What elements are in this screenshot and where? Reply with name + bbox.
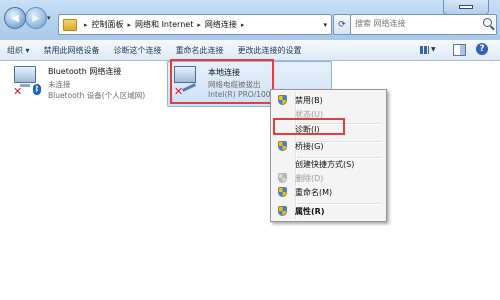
menu-item-rename[interactable]: 重命名(M) [273,185,384,200]
change-view-button[interactable]: ▼ [420,43,440,56]
disconnected-x-icon: ✕ [13,85,23,98]
breadcrumb-separator-icon[interactable]: ▸ [128,21,132,29]
diagnose-highlight-frame [273,118,345,135]
rename-connection-button[interactable]: 重命名此连接 [169,45,231,56]
minimize-icon [459,5,473,9]
title-bar: ◀ ▶ ▾ ▸ 控制面板 ▸ 网络和 Internet ▸ 网络连接 ▸ ▾ ⟳ [0,0,500,40]
menu-item-label: 属性(R) [295,207,325,216]
connection-name: Bluetooth 网络连接 [48,67,122,76]
preview-pane-button[interactable] [453,44,466,56]
recent-pages-dropdown[interactable]: ▾ [47,14,55,22]
menu-item-delete: 删除(D) [273,171,384,186]
diagnose-connection-button[interactable]: 诊断这个连接 [107,45,169,56]
menu-item-label: 桥接(G) [295,142,324,151]
menu-item-label: 创建快捷方式(S) [295,160,355,169]
breadcrumb-control-panel[interactable]: 控制面板 [92,19,124,30]
refresh-button[interactable]: ⟳ [333,14,351,35]
help-icon[interactable]: ? [476,43,488,55]
connection-status: 未连接 [48,80,71,89]
search-box[interactable] [350,14,497,35]
menu-item-bridge[interactable]: 桥接(G) [273,139,384,154]
uac-shield-icon [278,206,287,216]
menu-item-label: 重命名(M) [295,188,333,197]
control-panel-icon [63,18,77,31]
search-input[interactable] [351,15,477,32]
forward-button[interactable]: ▶ [25,7,47,29]
disable-device-button[interactable]: 禁用此网络设备 [37,45,107,56]
command-bar: 组织 ▾ 禁用此网络设备 诊断这个连接 重命名此连接 更改此连接的设置 ▼ ? [0,40,500,61]
context-menu: 禁用(B) 状态(U) 诊断(I) 桥接(G) 创建快捷方式(S) 删除(D) … [270,89,387,222]
back-arrow-icon: ◀ [11,12,19,24]
address-bar[interactable]: ▸ 控制面板 ▸ 网络和 Internet ▸ 网络连接 ▸ ▾ [58,14,332,35]
uac-shield-icon [278,141,287,151]
bluetooth-connection-item[interactable]: ✕ ᛒ Bluetooth 网络连接 未连接 Bluetooth 设备(个人区域… [8,64,158,104]
refresh-icon: ⟳ [338,19,346,30]
menu-item-label: 删除(D) [295,174,324,183]
view-grid-icon [420,45,429,54]
uac-shield-icon [278,95,287,105]
breadcrumb-network-internet[interactable]: 网络和 Internet [135,19,193,30]
network-computer-icon [14,66,36,87]
breadcrumb-separator-icon[interactable]: ▸ [84,21,88,29]
uac-shield-icon [278,187,287,197]
breadcrumb-separator-icon[interactable]: ▸ [197,21,201,29]
uac-shield-icon [278,173,287,183]
menu-item-disable[interactable]: 禁用(B) [273,93,384,108]
minimize-button[interactable] [443,0,489,15]
forward-arrow-icon: ▶ [32,12,40,24]
address-history-dropdown[interactable]: ▾ [323,21,327,29]
bluetooth-icon: ᛒ [33,84,41,95]
menu-item-create-shortcut[interactable]: 创建快捷方式(S) [273,157,384,172]
breadcrumb-network-connections[interactable]: 网络连接 [205,19,237,30]
chevron-down-icon: ▼ [431,46,436,53]
menu-item-label: 禁用(B) [295,96,323,105]
breadcrumb-separator-icon[interactable]: ▸ [241,21,245,29]
search-icon[interactable] [483,18,492,27]
menu-item-properties[interactable]: 属性(R) [273,204,384,219]
organize-menu[interactable]: 组织 ▾ [0,45,37,56]
change-settings-button[interactable]: 更改此连接的设置 [231,45,309,56]
selection-highlight-frame [170,59,274,104]
back-button[interactable]: ◀ [4,7,26,29]
connection-device: Bluetooth 设备(个人区域网) [48,91,146,100]
